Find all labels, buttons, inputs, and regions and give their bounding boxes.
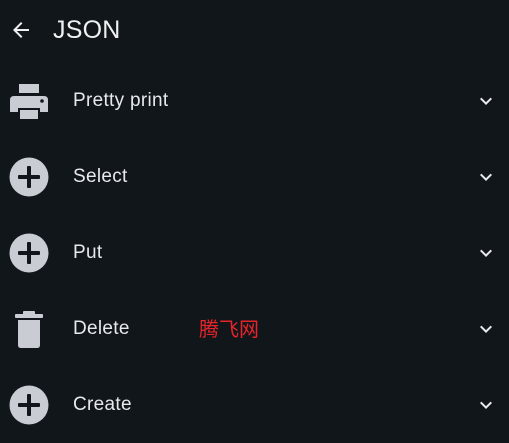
menu-item-label: Pretty print — [73, 90, 169, 111]
menu-item-pretty-print[interactable]: Pretty print — [0, 63, 509, 139]
back-button[interactable] — [6, 15, 36, 45]
page-title: JSON — [53, 16, 121, 44]
printer-icon — [8, 80, 50, 122]
chevron-down-icon[interactable] — [474, 241, 498, 265]
chevron-down-icon[interactable] — [474, 165, 498, 189]
plus-circle-icon — [8, 384, 50, 426]
chevron-down-icon[interactable] — [474, 317, 498, 341]
app-header: JSON — [0, 0, 509, 62]
menu-item-label: Put — [73, 242, 103, 263]
plus-circle-icon — [8, 156, 50, 198]
menu-item-select[interactable]: Select — [0, 139, 509, 215]
watermark-text: 腾飞网 — [199, 317, 259, 341]
menu-item-label: Select — [73, 166, 128, 187]
trash-icon — [8, 308, 50, 350]
menu-item-label: Create — [73, 394, 132, 415]
arrow-left-icon — [13, 22, 29, 38]
menu-item-put[interactable]: Put — [0, 215, 509, 291]
menu-item-create[interactable]: Create — [0, 367, 509, 443]
chevron-down-icon[interactable] — [474, 393, 498, 417]
plus-circle-icon — [8, 232, 50, 274]
menu-item-label: Delete — [73, 318, 130, 339]
chevron-down-icon[interactable] — [474, 89, 498, 113]
